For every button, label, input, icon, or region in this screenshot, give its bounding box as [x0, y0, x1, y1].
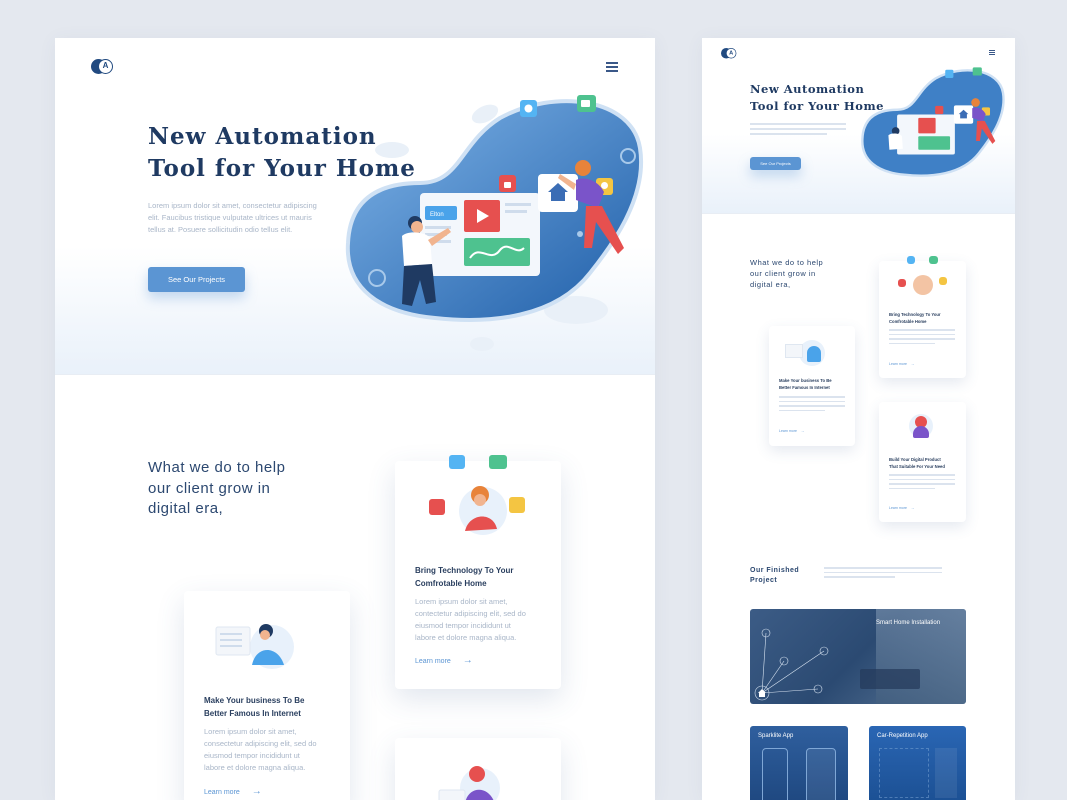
project-label: Sparklite App [758, 733, 794, 739]
bulb-icon [601, 182, 608, 189]
card-text-lines [779, 396, 845, 411]
technology-illustration [429, 455, 525, 535]
service-card-digital-product[interactable]: Build Your Digital Product That Suitable… [879, 402, 966, 522]
service-card-technology[interactable]: Bring Technology To Your Comfrotable Hom… [395, 455, 561, 689]
service-card-technology[interactable]: Bring Technology To Your Comfrotable Hom… [879, 256, 966, 378]
desktop-landing-page: A New Automation Tool for Your Home Lore… [55, 38, 655, 800]
learn-more-link[interactable]: Learn more → [779, 429, 804, 433]
project-label: Smart Home Installation [876, 620, 941, 626]
card-text-lines [889, 329, 955, 344]
arrow-right-icon: → [910, 362, 915, 366]
projects-title: Our Finished Project [750, 567, 800, 584]
hero-illustration: Elton [345, 95, 644, 351]
mobile-preview-page: A New Automation Tool for Your Home See … [702, 38, 1015, 800]
menu-icon[interactable] [606, 62, 618, 72]
see-projects-button[interactable]: See Our Projects [148, 267, 245, 292]
learn-more-link[interactable]: Learn more → [415, 655, 473, 666]
arrow-right-icon: → [462, 655, 473, 666]
card-title: Make Your business To Be Better Famous I… [204, 696, 305, 718]
project-label: Car-Repetition App [877, 733, 928, 739]
card-title: Bring Technology To Your Comfrotable Hom… [415, 566, 514, 588]
lock-icon [504, 182, 511, 188]
screen-tag-label: Elton [430, 212, 444, 218]
logo-icon[interactable]: A [91, 59, 113, 74]
see-projects-button[interactable]: See Our Projects [750, 157, 801, 170]
project-card-sparklite[interactable]: Sparklite App [750, 726, 848, 800]
digital-product-illustration [438, 766, 500, 800]
card-text-lines [889, 474, 955, 489]
wifi-icon [524, 104, 533, 113]
projects-description-lines [824, 567, 942, 578]
camera-icon [581, 100, 590, 107]
project-card-smart-home[interactable]: Smart Home Installation [750, 609, 966, 704]
card-title: Make Your business To Be Better Famous I… [779, 378, 832, 390]
learn-more-link[interactable]: Learn more → [889, 506, 914, 510]
arrow-right-icon: → [910, 506, 915, 510]
hero-section: A New Automation Tool for Your Home Lore… [55, 38, 655, 375]
service-card-business[interactable]: Make Your business To Be Better Famous I… [184, 591, 350, 800]
service-card-business[interactable]: Make Your business To Be Better Famous I… [769, 326, 855, 446]
card-text: Lorem ipsum dolor sit amet, consectetur … [204, 727, 317, 772]
hero-section: A New Automation Tool for Your Home See … [702, 38, 1015, 214]
arrow-right-icon: → [800, 429, 805, 433]
menu-icon[interactable] [989, 50, 995, 55]
hero-description: Lorem ipsum dolor sit amet, consectetur … [148, 201, 317, 234]
services-title: What we do to help our client grow in di… [750, 258, 824, 289]
card-title: Build Your Digital Product That Suitable… [889, 457, 945, 469]
project-card-car-repetition[interactable]: Car-Repetition App [869, 726, 966, 800]
arrow-right-icon: → [251, 786, 262, 797]
business-illustration [215, 624, 294, 669]
hero-illustration [861, 67, 1005, 177]
card-text: Lorem ipsum dolor sit amet, contectetur … [415, 597, 526, 642]
services-title: What we do to help our client grow in di… [148, 459, 286, 517]
card-title: Bring Technology To Your Comfrotable Hom… [889, 312, 941, 324]
hero-description-lines [750, 123, 846, 135]
logo-icon[interactable]: A [721, 48, 737, 59]
learn-more-link[interactable]: Learn more → [204, 786, 262, 797]
learn-more-link[interactable]: Learn more → [889, 362, 914, 366]
home-icon [758, 689, 766, 697]
service-card-digital-product[interactable] [395, 738, 561, 800]
